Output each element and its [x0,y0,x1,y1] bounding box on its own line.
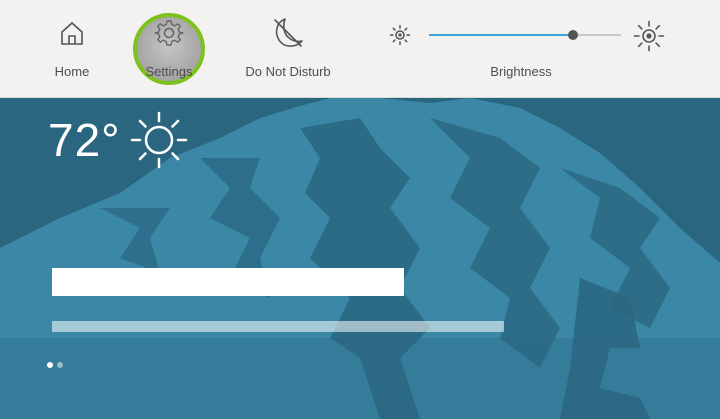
carousel-dot-1[interactable] [47,362,53,368]
brightness-label: Brightness [490,64,552,79]
home-icon [61,22,83,45]
settings-label: Settings [145,64,193,79]
do-not-disturb-label: Do Not Disturb [245,64,331,79]
brightness-slider[interactable] [429,30,621,40]
settings-button[interactable]: Settings [133,0,205,98]
gear-icon [154,20,184,46]
do-not-disturb-button[interactable]: Do Not Disturb [236,0,340,98]
sun-small-icon [389,24,411,46]
sun-large-icon [633,20,665,52]
brightness-slider-handle[interactable] [568,30,578,40]
home-button[interactable]: Home [42,0,102,98]
moon-icon [274,18,303,47]
weather-widget: 72° [48,110,189,170]
temperature: 72° [48,114,121,166]
brightness-slider-fill [429,34,573,36]
carousel-dot-2[interactable] [57,362,63,368]
carousel-indicator [47,362,63,368]
sun-icon [130,111,187,169]
home-label: Home [54,64,90,79]
card-title-placeholder [52,268,404,296]
brightness-control: Brightness [385,0,675,98]
quick-actions-panel: Home Settings Do Not Disturb Brightness [0,0,720,98]
card-subtitle-placeholder [52,321,504,332]
